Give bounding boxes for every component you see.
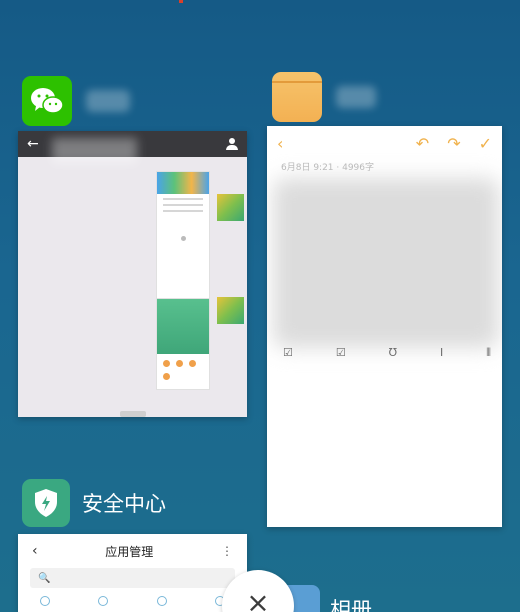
chat-image-screenshot[interactable]: [156, 298, 210, 390]
notes-icon: [272, 72, 322, 122]
back-icon[interactable]: ‹: [277, 134, 283, 153]
security-center-title: 安全中心: [82, 492, 166, 516]
note-format-toolbar: ☑ ☑ Ʊ I ⦀: [283, 346, 491, 360]
notes-app-header[interactable]: [272, 72, 376, 122]
close-icon: ×: [246, 586, 270, 612]
app-category-tabs: [18, 588, 247, 606]
back-arrow-icon[interactable]: ←: [27, 136, 39, 152]
shield-icon: [22, 479, 70, 527]
notes-toolbar: ‹ ↶ ↷ ✓: [267, 126, 502, 160]
checklist-icon[interactable]: ☑: [283, 346, 293, 360]
tab-icon[interactable]: [98, 596, 109, 606]
wechat-app-name-redacted: [86, 90, 130, 112]
notes-recent-card[interactable]: ‹ ↶ ↷ ✓ 6月8日 9:21 · 4996字 ☑ ☑ Ʊ I ⦀: [267, 126, 502, 527]
wechat-title-bar: ←: [18, 131, 247, 164]
chat-avatar: [217, 297, 244, 324]
wechat-icon: [22, 76, 72, 126]
confirm-icon[interactable]: ✓: [479, 134, 492, 153]
security-center-app-header[interactable]: 安全中心: [22, 479, 166, 527]
chat-title-redacted: [52, 138, 137, 164]
search-input[interactable]: 🔍: [30, 568, 235, 588]
chat-avatar: [217, 194, 244, 221]
wechat-recent-card[interactable]: ←: [18, 131, 247, 417]
undo-icon[interactable]: ↶: [416, 134, 429, 153]
italic-icon[interactable]: I: [440, 346, 443, 360]
note-meta: 6月8日 9:21 · 4996字: [281, 163, 375, 173]
redo-icon[interactable]: ↷: [447, 134, 460, 153]
note-content-redacted: [273, 178, 499, 348]
app-management-title: 应用管理: [105, 544, 154, 559]
style-icon[interactable]: Ʊ: [389, 346, 397, 360]
card-handle: [120, 411, 146, 417]
notes-app-name-redacted: [336, 86, 376, 108]
app-management-header: ‹ 应用管理 ⋮: [18, 534, 247, 568]
search-icon: 🔍: [38, 572, 51, 584]
tab-icon[interactable]: [156, 596, 167, 606]
chat-image-screenshot[interactable]: [156, 171, 210, 299]
voice-icon[interactable]: ⦀: [486, 346, 491, 360]
checkbox-icon[interactable]: ☑: [336, 346, 346, 360]
back-icon[interactable]: ‹: [32, 543, 38, 559]
profile-icon[interactable]: [226, 138, 238, 150]
status-mark: [179, 0, 183, 3]
more-menu-icon[interactable]: ⋮: [221, 544, 233, 558]
tab-icon[interactable]: [40, 596, 50, 606]
wechat-app-header[interactable]: [22, 76, 130, 126]
security-center-recent-card[interactable]: ‹ 应用管理 ⋮ 🔍: [18, 534, 247, 612]
gallery-title: 相册: [330, 598, 372, 612]
